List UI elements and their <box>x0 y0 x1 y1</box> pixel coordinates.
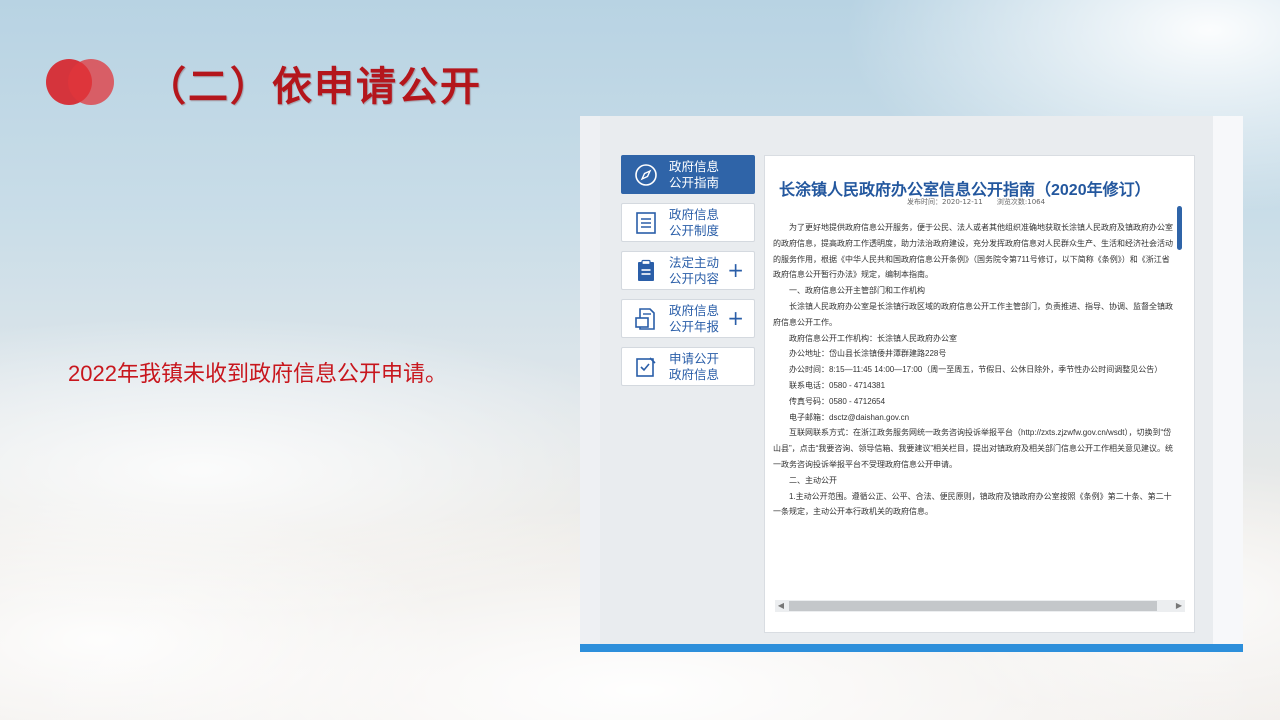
screenshot-right-margin <box>1213 116 1243 644</box>
horizontal-scrollbar-thumb[interactable] <box>789 601 1157 611</box>
expand-plus-icon[interactable]: + <box>727 260 744 280</box>
screenshot-bottom-bar <box>580 644 1243 652</box>
sidebar-nav: 政府信息公开指南 政府信息公开制度 法定主动公开内容 + 政府信息公开年报 + <box>621 155 755 395</box>
document-paragraph: 一、政府信息公开主管部门和工作机构 <box>789 286 925 296</box>
slide-title: （二）依申请公开 <box>146 63 482 110</box>
nav-item-label: 政府信息公开年报 <box>669 303 720 334</box>
nav-item-label: 政府信息公开指南 <box>669 159 720 190</box>
scroll-left-arrow-icon[interactable]: ◀ <box>775 600 787 612</box>
document-paragraph: 长涂镇人民政府办公室是长涂镇行政区域的政府信息公开工作主管部门，负责推进、指导、… <box>773 301 1173 327</box>
nav-item-guide[interactable]: 政府信息公开指南 <box>621 155 755 194</box>
document-paragraph: 联系电话：0580 - 4714381 <box>789 380 886 390</box>
vertical-scrollbar-thumb[interactable] <box>1177 206 1182 250</box>
nav-item-label: 申请公开政府信息 <box>669 351 720 382</box>
scroll-right-arrow-icon[interactable]: ▶ <box>1173 600 1185 612</box>
view-count: 浏览次数:1064 <box>996 198 1046 206</box>
expand-plus-icon[interactable]: + <box>727 308 744 328</box>
nav-item-label: 法定主动公开内容 <box>669 255 720 286</box>
slide-body-text: 2022年我镇未收到政府信息公开申请。 <box>68 361 447 386</box>
slide-title-bar: （二）依申请公开 <box>46 52 480 112</box>
publish-time: 发布时间：2020-12-11 <box>907 198 983 206</box>
website-screenshot: 政府信息公开指南 政府信息公开制度 法定主动公开内容 + 政府信息公开年报 + <box>580 116 1243 652</box>
right-circle <box>68 59 114 105</box>
horizontal-scrollbar[interactable]: ◀ ▶ <box>775 600 1185 612</box>
document-panel: 长涂镇人民政府办公室信息公开指南（2020年修订） 发布时间：2020-12-1… <box>764 155 1195 633</box>
nav-item-rules[interactable]: 政府信息公开制度 <box>621 203 755 242</box>
double-circle-logo <box>46 59 114 105</box>
nav-item-statutory-content[interactable]: 法定主动公开内容 + <box>621 251 755 290</box>
document-meta: 发布时间：2020-12-11 浏览次数:1064 <box>907 197 1057 207</box>
report-document-icon <box>633 306 659 332</box>
checkbox-edit-icon <box>633 354 659 380</box>
document-body: 为了更好地提供政府信息公开服务，便于公民、法人或者其他组织准确地获取长涂镇人民政… <box>773 220 1173 538</box>
clipboard-icon <box>633 258 659 284</box>
document-paragraph: 为了更好地提供政府信息公开服务，便于公民、法人或者其他组织准确地获取长涂镇人民政… <box>773 223 1173 280</box>
document-paragraph: 办公地址：岱山县长涂镇倭井潭群建路228号 <box>789 349 947 359</box>
document-paragraph: 传真号码：0580 - 4712654 <box>789 396 886 406</box>
document-paragraph: 政府信息公开工作机构：长涂镇人民政府办公室 <box>789 333 957 343</box>
document-paragraph: 1.主动公开范围。遵循公正、公平、合法、便民原则，镇政府及镇政府办公室按照《条例… <box>773 491 1172 517</box>
document-paragraph: 互联网联系方式：在浙江政务服务网统一政务咨询投诉举报平台（http://zxts… <box>773 428 1173 469</box>
document-paragraph: 二、主动公开 <box>789 475 837 485</box>
document-paragraph: 电子邮箱：dsctz@daishan.gov.cn <box>789 412 910 422</box>
document-paragraph: 办公时间：8:15—11:45 14:00—17:00（周一至周五，节假日、公休… <box>789 365 1163 375</box>
list-document-icon <box>633 210 659 236</box>
nav-item-annual-report[interactable]: 政府信息公开年报 + <box>621 299 755 338</box>
nav-item-label: 政府信息公开制度 <box>669 207 720 238</box>
nav-item-apply[interactable]: 申请公开政府信息 <box>621 347 755 386</box>
compass-icon <box>633 162 659 188</box>
